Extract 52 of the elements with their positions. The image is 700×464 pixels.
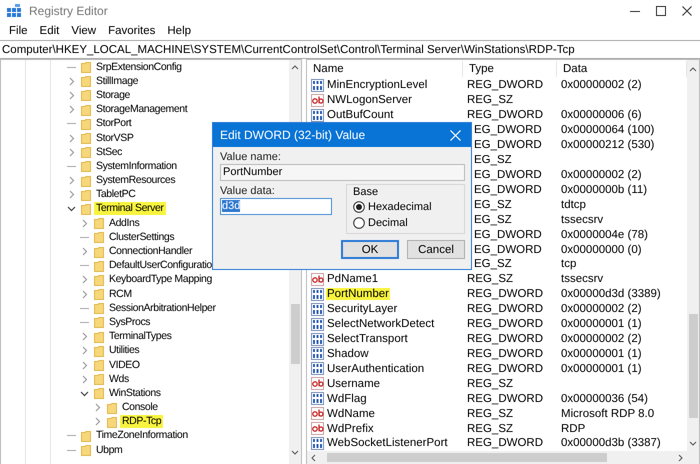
value-type: REG_DWORD [467,303,544,316]
value-data: 0x00000d3b (3387) [561,437,661,450]
value-type: EG_SZ [474,258,512,270]
value-data: tssecsrv [561,273,604,286]
field-label: Value name: [220,151,282,163]
value-type: REG_DWORD [467,437,544,450]
value-type: REG_SZ [467,422,514,435]
value-type: EG_SZ [474,198,512,211]
value-data: 0x00000001 (1) [561,318,642,330]
value-data: tcp [561,258,576,270]
value-data: RDP [561,422,586,435]
value-data: 0x00000001 (1) [561,362,642,375]
value-data: tssecsrv [561,214,604,226]
value-data: 0x00000212 (530) [561,139,654,152]
value-type: REG_SZ [467,378,514,390]
value-type: REG_DWORD [467,288,544,300]
value-data: 0x00000006 (6) [561,109,642,122]
value-type: REG_DWORD [467,348,544,360]
value-data: tdtcp [561,198,586,211]
value-type: REG_DWORD [467,109,544,122]
value-data: 0x00000036 (54) [561,392,648,405]
value-data: 0x0000000b (11) [561,184,648,196]
group-label: Base [353,186,380,198]
value-type: REG_DWORD [467,79,544,92]
value-type: EG_DWORD [474,139,542,152]
value-data: 0x00000d3d (3389) [561,288,661,300]
value-type: REG_SZ [467,408,514,420]
value-data: 0x00000064 (100) [561,124,654,136]
value-data: 0x00000000 (0) [561,244,642,256]
value-type: EG_DWORD [474,228,542,241]
value-type: REG_SZ [467,273,514,286]
value-data: 0x00000001 (1) [561,348,642,360]
value-type: REG_DWORD [467,362,544,375]
value-type: EG_SZ [474,214,512,226]
value-data: 0x0000004e (78) [561,228,648,241]
window-title: Registry Editor [29,4,109,18]
field-label: Value data: [220,185,276,197]
value-type: EG_DWORD [474,124,542,136]
value-type: REG_DWORD [467,318,544,330]
value-type: EG_DWORD [474,168,542,181]
value-type: REG_DWORD [467,333,544,346]
value-type: REG_DWORD [467,392,544,405]
value-type: EG_DWORD [474,184,542,196]
value-data: 0x00000002 (2) [561,79,642,92]
value-data: 0x00000002 (2) [561,168,642,181]
dialog-title: Edit DWORD (32-bit) Value [220,128,366,142]
value-type: EG_DWORD [474,244,542,256]
value-data: 0x00000002 (2) [561,333,642,346]
value-data: Microsoft RDP 8.0 [561,408,654,420]
value-data: 0x00000002 (2) [561,303,642,316]
value-type: EG_SZ [474,154,512,166]
value-type: REG_SZ [467,94,514,106]
